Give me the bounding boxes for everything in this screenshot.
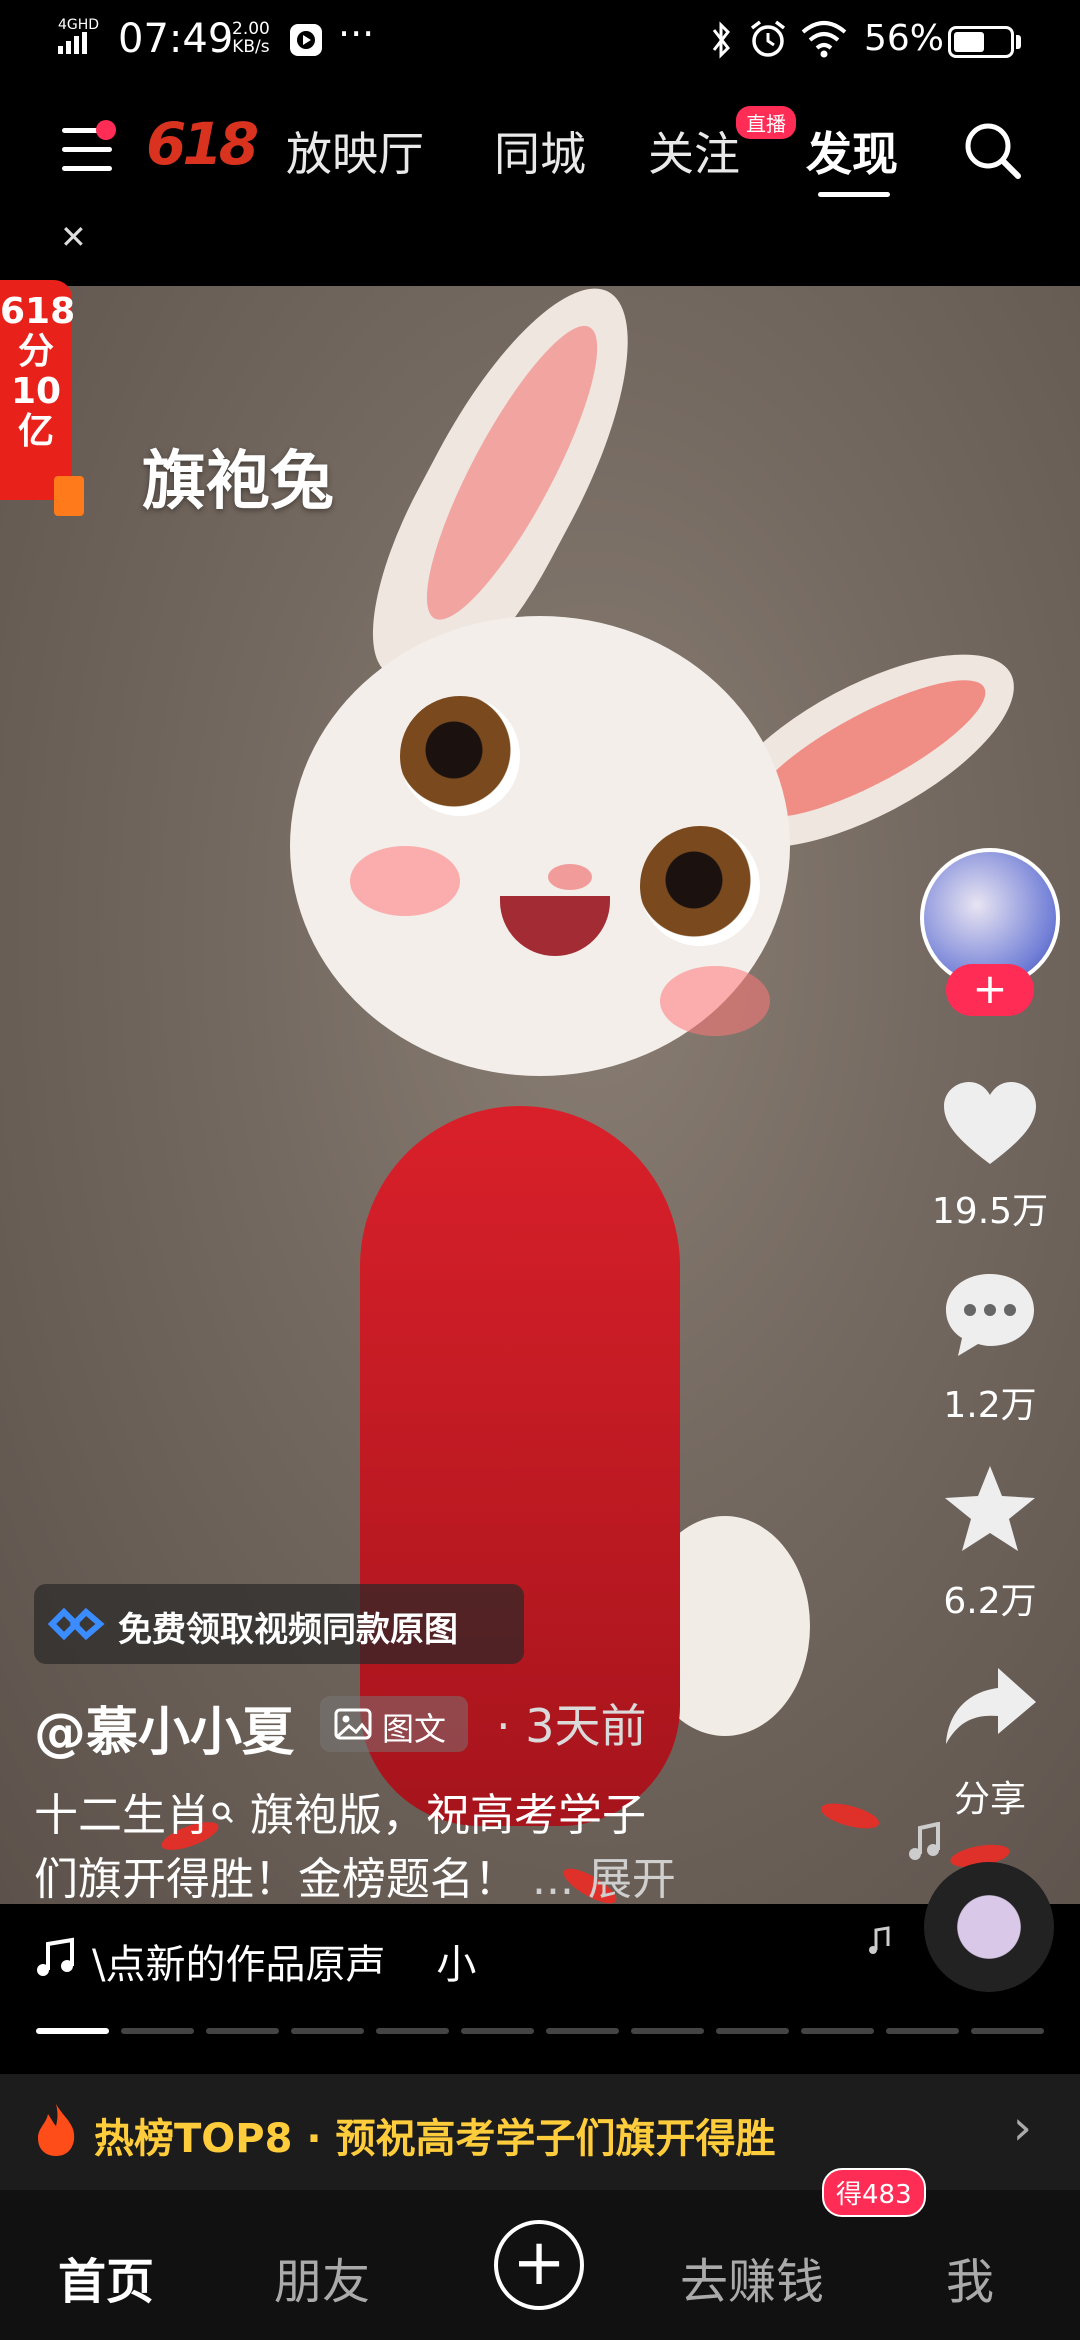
music-title: \点新的作品原声 小	[92, 1942, 477, 1988]
alarm-icon	[750, 20, 786, 57]
battery-percent: 56%	[864, 18, 945, 59]
tab-following[interactable]: 关注	[648, 118, 740, 184]
progress-segment	[546, 2028, 619, 2034]
signal-icon	[58, 32, 87, 54]
tab-me[interactable]: 我	[946, 2242, 994, 2312]
tab-home[interactable]: 首页	[58, 2242, 154, 2312]
red-envelope-icon	[54, 476, 84, 516]
battery-tip	[1016, 35, 1021, 49]
more-notifications: ···	[338, 12, 375, 56]
tab-nearby[interactable]: 同城	[494, 118, 586, 184]
progress-segment	[716, 2028, 789, 2034]
net-speed: 2.00 KB/s	[232, 20, 270, 56]
bunny-nose	[548, 864, 592, 890]
network-indicator: 4GHD	[58, 18, 99, 57]
free-original-chip[interactable]: 免费领取视频同款原图	[34, 1584, 524, 1664]
tab-friends[interactable]: 朋友	[274, 2242, 370, 2312]
link-icon	[48, 1607, 105, 1641]
author-name[interactable]: @慕小小夏	[34, 1690, 294, 1765]
fire-icon	[38, 2104, 75, 2156]
post-type-badge: 图文	[320, 1696, 468, 1752]
tab-earn[interactable]: 去赚钱	[680, 2242, 824, 2312]
share-label: 分享	[953, 1779, 1026, 1820]
promo-logo[interactable]: 618	[146, 110, 259, 178]
floating-note-icon	[869, 1926, 890, 1954]
progress-segment	[631, 2028, 704, 2034]
progress-segment	[801, 2028, 874, 2034]
promo-line: 分	[17, 331, 54, 372]
hot-list-text: 热榜TOP8 · 预祝高考学子们旗开得胜	[94, 2116, 776, 2162]
tab-cinema[interactable]: 放映厅	[286, 118, 424, 184]
close-icon[interactable]: ✕	[60, 218, 87, 256]
image-icon	[334, 1708, 372, 1740]
progress-segment	[121, 2028, 194, 2034]
share-icon[interactable]	[940, 1664, 1040, 1750]
progress-segment	[36, 2028, 109, 2034]
battery-icon	[948, 26, 1014, 58]
create-post-button[interactable]: +	[494, 2220, 584, 2310]
post-description[interactable]: 十二生肖 旗袍版，祝高考学子 们旗开得胜！金榜题名！ ... 展开	[34, 1784, 794, 1912]
search-hint-icon[interactable]	[210, 1800, 236, 1830]
search-icon[interactable]	[962, 120, 1022, 180]
tab-discover[interactable]: 发现	[806, 118, 898, 184]
favorite-count: 6.2万	[943, 1581, 1037, 1622]
music-note-icon	[37, 1937, 74, 1976]
active-tab-indicator	[818, 192, 890, 197]
network-type: 4GHD	[58, 17, 100, 33]
promo-618-badge[interactable]: 618 分 10 亿	[0, 280, 84, 516]
favorite-icon[interactable]	[940, 1462, 1040, 1554]
petal	[818, 1798, 882, 1834]
bunny-eye	[400, 696, 520, 816]
bluetooth-icon	[712, 21, 730, 59]
post-type-label: 图文	[382, 1710, 447, 1748]
bunny-cheek	[660, 966, 770, 1036]
description-line2: 们旗开得胜！金榜题名！	[34, 1854, 518, 1905]
net-speed-value: 2.00	[232, 19, 270, 39]
progress-segment	[206, 2028, 279, 2034]
description-line1: 旗袍版，祝高考学子	[236, 1790, 646, 1841]
like-icon[interactable]	[940, 1080, 1040, 1170]
comment-count: 1.2万	[943, 1385, 1037, 1426]
net-speed-unit: KB/s	[232, 37, 270, 57]
chevron-right-icon: ›	[1012, 2100, 1032, 2156]
notification-dot	[96, 120, 116, 140]
like-count: 19.5万	[931, 1191, 1049, 1232]
status-bar: 4GHD 07:49 2.00 KB/s ··· 56%	[0, 0, 1080, 86]
progress-segment	[291, 2028, 364, 2034]
progress-segment	[461, 2028, 534, 2034]
expand-link[interactable]: ... 展开	[518, 1854, 676, 1905]
floating-note-icon	[909, 1822, 940, 1860]
bunny-cheek	[350, 846, 460, 916]
music-bar[interactable]: \点新的作品原声 小	[0, 1906, 1080, 2016]
battery-fill	[954, 32, 984, 52]
follow-button[interactable]: +	[946, 964, 1034, 1016]
image-progress-bar	[36, 2028, 1044, 2034]
promo-line: 亿	[17, 411, 54, 452]
progress-segment	[376, 2028, 449, 2034]
promo-line: 618	[0, 291, 76, 332]
post-time: · 3天前	[496, 1699, 647, 1753]
description-keyword[interactable]: 十二生肖	[34, 1790, 210, 1841]
clock: 07:49	[118, 16, 234, 62]
wifi-icon	[801, 21, 847, 58]
progress-segment	[886, 2028, 959, 2034]
live-badge: 直播	[736, 106, 796, 139]
chip-label: 免费领取视频同款原图	[118, 1610, 458, 1650]
music-disc[interactable]	[924, 1862, 1054, 1992]
app-notification-icon	[290, 24, 322, 56]
comment-icon[interactable]	[940, 1270, 1040, 1360]
progress-segment	[971, 2028, 1044, 2034]
post-title: 旗袍兔	[142, 445, 334, 519]
promo-line: 10	[10, 371, 62, 412]
bunny-eye	[640, 826, 760, 946]
earn-badge: 得483	[822, 2168, 926, 2217]
